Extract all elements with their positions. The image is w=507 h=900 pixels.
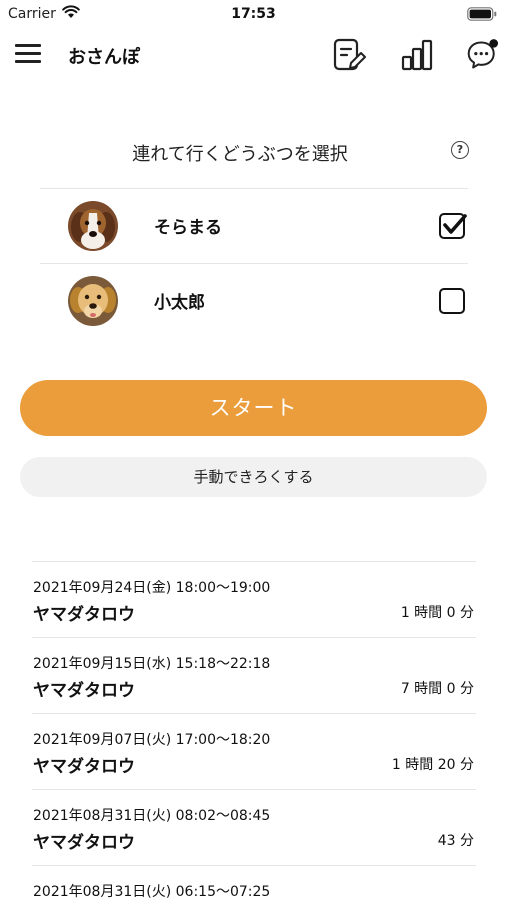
- history-date: 2021年09月15日(水) 15:18〜22:18: [33, 656, 271, 672]
- select-animal-header: 連れて行くどうぶつを選択 ?: [0, 135, 507, 169]
- history-date: 2021年08月31日(火) 06:15〜07:25: [33, 884, 271, 900]
- history-date: 2021年08月31日(火) 08:02〜08:45: [33, 808, 271, 824]
- history-item[interactable]: 2021年09月24日(金) 18:00〜19:00 ヤマダタロウ 1 時間 0…: [32, 561, 476, 637]
- history-user: ヤマダタロウ: [33, 681, 135, 701]
- nav-bar: おさんぽ: [0, 30, 507, 82]
- history-duration: 43 分: [437, 833, 474, 849]
- edit-record-icon[interactable]: [332, 38, 366, 72]
- history-date: 2021年09月07日(火) 17:00〜18:20: [33, 732, 271, 748]
- history-duration: 7 時間 0 分: [400, 681, 474, 697]
- notification-dot: [489, 39, 499, 48]
- help-icon[interactable]: ?: [451, 141, 469, 159]
- history-item[interactable]: 2021年08月31日(火) 08:02〜08:45 ヤマダタロウ 43 分: [32, 789, 476, 865]
- history-user: ヤマダタロウ: [33, 833, 135, 853]
- clock: 17:53: [231, 6, 276, 22]
- animal-row-kotaro[interactable]: 小太郎: [40, 264, 468, 338]
- animal-checkbox-unchecked[interactable]: [439, 288, 465, 314]
- animal-row-soramaru[interactable]: そらまる: [40, 189, 468, 263]
- checkmark-icon: [443, 214, 467, 234]
- battery-icon: [467, 7, 497, 21]
- history-duration: 1 時間 0 分: [400, 605, 474, 621]
- history-date: 2021年09月24日(金) 18:00〜19:00: [33, 580, 271, 596]
- walk-history-list: 2021年09月24日(金) 18:00〜19:00 ヤマダタロウ 1 時間 0…: [32, 561, 476, 900]
- page-title: おさんぽ: [68, 47, 140, 68]
- animal-avatar-beagle: [68, 201, 118, 251]
- select-animal-title: 連れて行くどうぶつを選択: [132, 144, 348, 165]
- history-item[interactable]: 2021年09月07日(火) 17:00〜18:20 ヤマダタロウ 1 時間 2…: [32, 713, 476, 789]
- history-user: ヤマダタロウ: [33, 757, 135, 777]
- chat-icon[interactable]: [466, 38, 500, 72]
- menu-icon[interactable]: [15, 42, 41, 64]
- manual-record-button[interactable]: 手動できろくする: [20, 457, 487, 497]
- history-duration: 1 時間 20 分: [391, 757, 474, 773]
- statistics-icon[interactable]: [400, 38, 434, 72]
- animal-checkbox-checked[interactable]: [439, 213, 467, 239]
- history-item[interactable]: 2021年08月31日(火) 06:15〜07:25: [32, 865, 476, 900]
- history-item[interactable]: 2021年09月15日(水) 15:18〜22:18 ヤマダタロウ 7 時間 0…: [32, 637, 476, 713]
- history-user: ヤマダタロウ: [33, 605, 135, 625]
- status-bar: Carrier 17:53: [0, 0, 507, 30]
- animal-avatar-retriever: [68, 276, 118, 326]
- animal-name: 小太郎: [154, 293, 205, 313]
- start-button[interactable]: スタート: [20, 380, 487, 436]
- animal-name: そらまる: [154, 218, 222, 238]
